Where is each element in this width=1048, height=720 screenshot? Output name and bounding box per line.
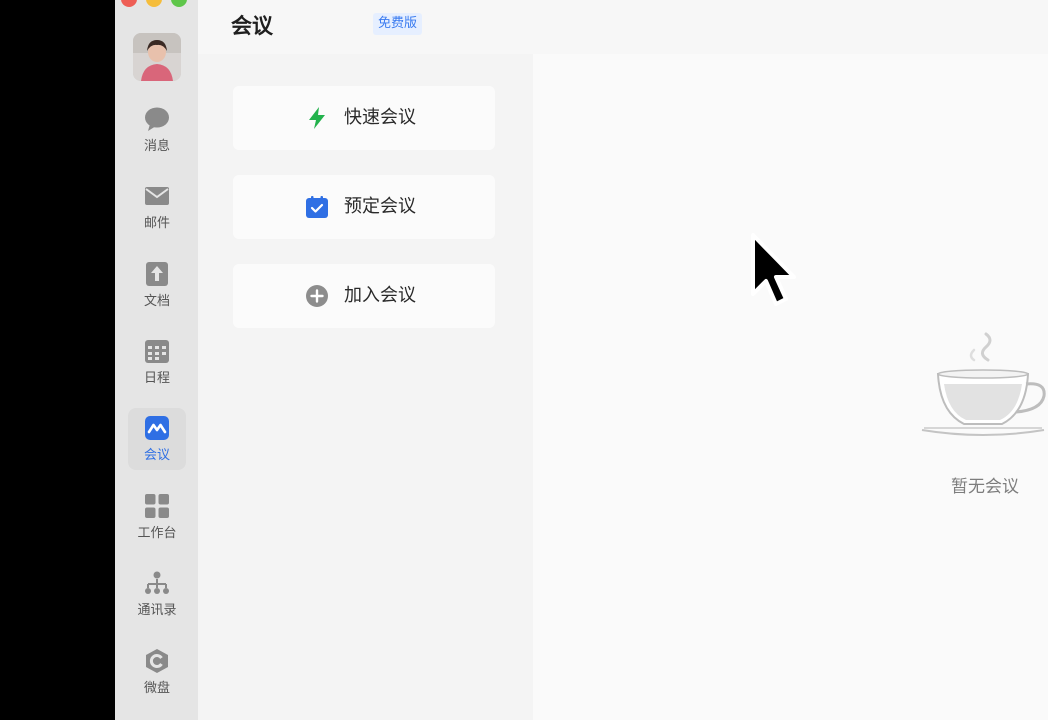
avatar-photo	[133, 33, 181, 81]
sidebar: 消息 邮件 文档 日程 会议 工作台 通讯录 微盘	[115, 0, 198, 720]
sidebar-item-label: 微盘	[143, 681, 170, 696]
sidebar-item-messages[interactable]: 消息	[128, 99, 186, 161]
sidebar-item-contacts[interactable]: 通讯录	[128, 563, 186, 625]
sidebar-item-workbench[interactable]: 工作台	[128, 486, 186, 548]
schedule-meeting-button[interactable]: 预定会议	[233, 175, 495, 239]
minimize-window-button[interactable]	[146, 0, 162, 7]
meeting-list-area: 暂无会议	[533, 54, 1048, 720]
docs-icon	[146, 262, 168, 286]
meeting-icon	[145, 416, 169, 440]
sidebar-item-label: 消息	[143, 139, 170, 154]
page-title: 会议	[231, 14, 273, 38]
sidebar-item-meeting[interactable]: 会议	[128, 408, 186, 470]
contacts-icon	[145, 571, 169, 594]
join-meeting-button[interactable]: 加入会议	[233, 264, 495, 328]
sidebar-item-calendar[interactable]: 日程	[128, 331, 186, 393]
sidebar-item-label: 工作台	[137, 526, 177, 541]
app-window: 消息 邮件 文档 日程 会议 工作台 通讯录 微盘 会议 免费版 快速会议 预定…	[115, 0, 1048, 720]
edition-badge[interactable]: 免费版	[373, 13, 423, 35]
close-window-button[interactable]	[121, 0, 137, 7]
quick-meeting-label: 快速会议	[344, 107, 416, 128]
sidebar-item-mail[interactable]: 邮件	[128, 176, 186, 238]
sidebar-item-label: 会议	[143, 448, 170, 463]
header: 会议 免费版	[198, 0, 1048, 54]
sidebar-item-label: 邮件	[143, 216, 170, 231]
workbench-icon	[145, 494, 169, 518]
quick-meeting-button[interactable]: 快速会议	[233, 86, 495, 150]
join-meeting-label: 加入会议	[344, 285, 416, 306]
message-icon	[145, 107, 169, 131]
sidebar-item-label: 文档	[143, 294, 170, 309]
sidebar-item-label: 日程	[143, 371, 170, 386]
schedule-meeting-label: 预定会议	[344, 196, 416, 217]
mail-icon	[145, 187, 169, 205]
calendar-check-icon	[306, 196, 328, 218]
empty-state-text: 暂无会议	[951, 477, 1019, 497]
coffee-cup-icon	[921, 332, 1046, 436]
sidebar-item-label: 通讯录	[137, 603, 177, 618]
plus-circle-icon	[306, 285, 328, 307]
drive-icon	[146, 649, 168, 673]
avatar[interactable]	[133, 33, 181, 81]
calendar-icon	[145, 340, 169, 363]
sidebar-item-docs[interactable]: 文档	[128, 254, 186, 316]
meeting-actions-panel: 快速会议 预定会议 加入会议	[198, 54, 533, 720]
maximize-window-button[interactable]	[171, 0, 187, 7]
mouse-cursor-icon	[751, 233, 796, 306]
sidebar-item-drive[interactable]: 微盘	[128, 641, 186, 703]
lightning-icon	[309, 107, 325, 129]
